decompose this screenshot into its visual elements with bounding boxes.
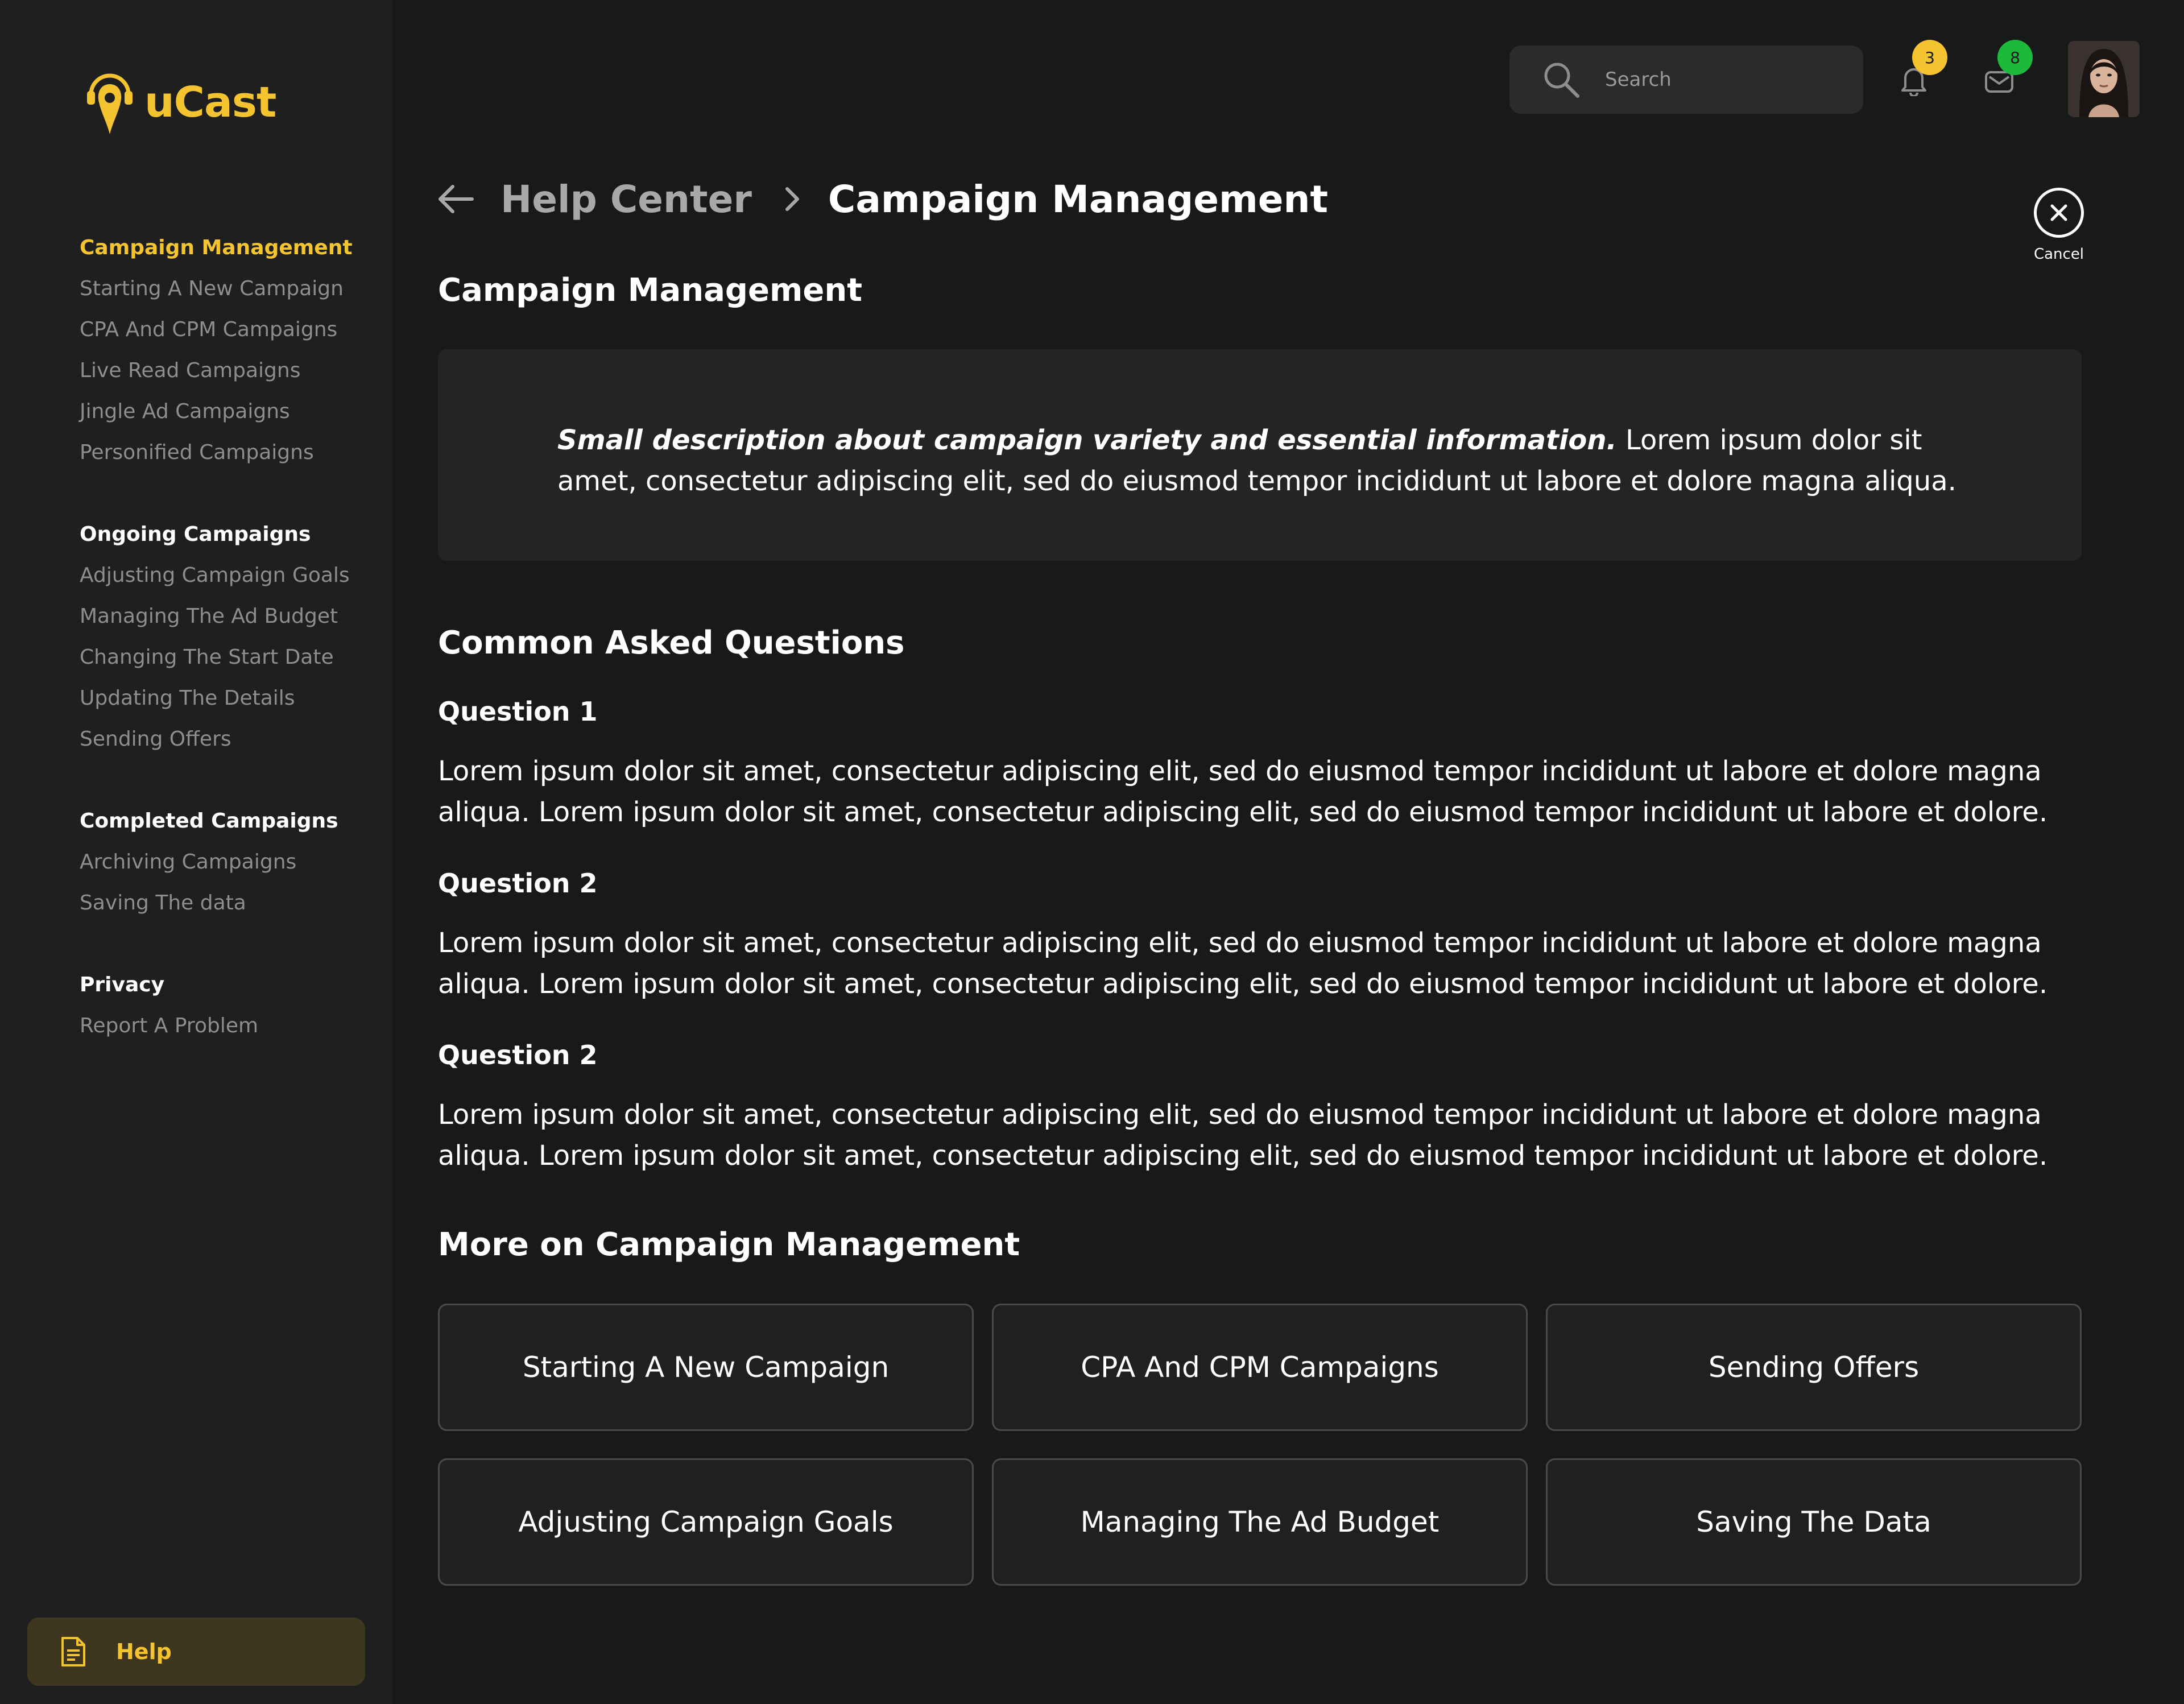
nav-title-ongoing-campaigns[interactable]: Ongoing Campaigns [80, 514, 387, 555]
notifications-badge: 3 [1912, 40, 1947, 75]
description-highlight: Small description about campaign variety… [557, 424, 1617, 456]
back-arrow-icon[interactable] [436, 182, 475, 216]
sidebar-item-report-problem[interactable]: Report A Problem [80, 1006, 387, 1047]
more-section-title: More on Campaign Management [438, 1226, 1020, 1263]
avatar[interactable] [2068, 41, 2140, 117]
sidebar-item-archiving-campaigns[interactable]: Archiving Campaigns [80, 842, 387, 883]
card-adjusting-goals[interactable]: Adjusting Campaign Goals [438, 1458, 974, 1586]
nav-group-privacy: Privacy Report A Problem [80, 965, 387, 1047]
nav-title-privacy[interactable]: Privacy [80, 965, 387, 1006]
help-button[interactable]: Help [27, 1618, 365, 1686]
card-cpa-cpm-campaigns[interactable]: CPA And CPM Campaigns [992, 1304, 1528, 1431]
sidebar: uCast Campaign Management Starting A New… [0, 0, 392, 1704]
sidebar-item-saving-data[interactable]: Saving The data [80, 883, 387, 924]
close-icon [2034, 188, 2084, 238]
logo-text: uCast [144, 78, 276, 127]
question-title: Question 1 [438, 696, 598, 727]
nav-group-ongoing-campaigns: Ongoing Campaigns Adjusting Campaign Goa… [80, 514, 387, 760]
description-card: Small description about campaign variety… [438, 349, 2082, 561]
sidebar-item-jingle-ad-campaigns[interactable]: Jingle Ad Campaigns [80, 391, 387, 432]
cancel-button[interactable]: Cancel [2030, 188, 2087, 263]
help-label: Help [116, 1639, 172, 1664]
user-avatar-icon [2068, 41, 2140, 117]
logo[interactable]: uCast [85, 68, 276, 137]
sidebar-item-sending-offers[interactable]: Sending Offers [80, 719, 387, 760]
sidebar-item-adjusting-goals[interactable]: Adjusting Campaign Goals [80, 555, 387, 596]
nav-group-completed-campaigns: Completed Campaigns Archiving Campaigns … [80, 801, 387, 924]
question-answer: Lorem ipsum dolor sit amet, consectetur … [438, 1099, 2048, 1172]
nav-title-campaign-management[interactable]: Campaign Management [80, 228, 387, 268]
sidebar-item-updating-details[interactable]: Updating The Details [80, 678, 387, 719]
card-sending-offers[interactable]: Sending Offers [1546, 1304, 2082, 1431]
question-answer: Lorem ipsum dolor sit amet, consectetur … [438, 927, 2048, 1000]
sidebar-item-managing-budget[interactable]: Managing The Ad Budget [80, 596, 387, 637]
page-title: Campaign Management [438, 272, 862, 309]
sidebar-item-live-read-campaigns[interactable]: Live Read Campaigns [80, 350, 387, 391]
question-title: Question 2 [438, 868, 598, 899]
nav-title-completed-campaigns[interactable]: Completed Campaigns [80, 801, 387, 842]
sidebar-nav: Campaign Management Starting A New Campa… [80, 228, 387, 1087]
breadcrumb: Help Center Campaign Management [436, 171, 1328, 228]
nav-group-campaign-management: Campaign Management Starting A New Campa… [80, 228, 387, 473]
card-starting-new-campaign[interactable]: Starting A New Campaign [438, 1304, 974, 1431]
document-icon [61, 1637, 85, 1666]
messages-badge: 8 [1997, 40, 2033, 75]
card-saving-data[interactable]: Saving The Data [1546, 1458, 2082, 1586]
podcast-pin-icon [87, 73, 133, 134]
search-placeholder: Search [1605, 68, 1672, 91]
breadcrumb-help-center[interactable]: Help Center [500, 177, 752, 221]
chevron-right-icon [785, 187, 799, 211]
card-managing-budget[interactable]: Managing The Ad Budget [992, 1458, 1528, 1586]
sidebar-item-starting-new-campaign[interactable]: Starting A New Campaign [80, 268, 387, 309]
breadcrumb-current-page: Campaign Management [828, 177, 1329, 221]
sidebar-item-changing-start-date[interactable]: Changing The Start Date [80, 637, 387, 678]
faq-title: Common Asked Questions [438, 624, 905, 661]
sidebar-item-personified-campaigns[interactable]: Personified Campaigns [80, 432, 387, 473]
search-icon [1544, 63, 1579, 98]
cancel-label: Cancel [2033, 246, 2084, 263]
question-title: Question 2 [438, 1040, 598, 1070]
question-answer: Lorem ipsum dolor sit amet, consectetur … [438, 755, 2048, 828]
sidebar-item-cpa-cpm-campaigns[interactable]: CPA And CPM Campaigns [80, 309, 387, 350]
search-input[interactable]: Search [1509, 46, 1863, 114]
